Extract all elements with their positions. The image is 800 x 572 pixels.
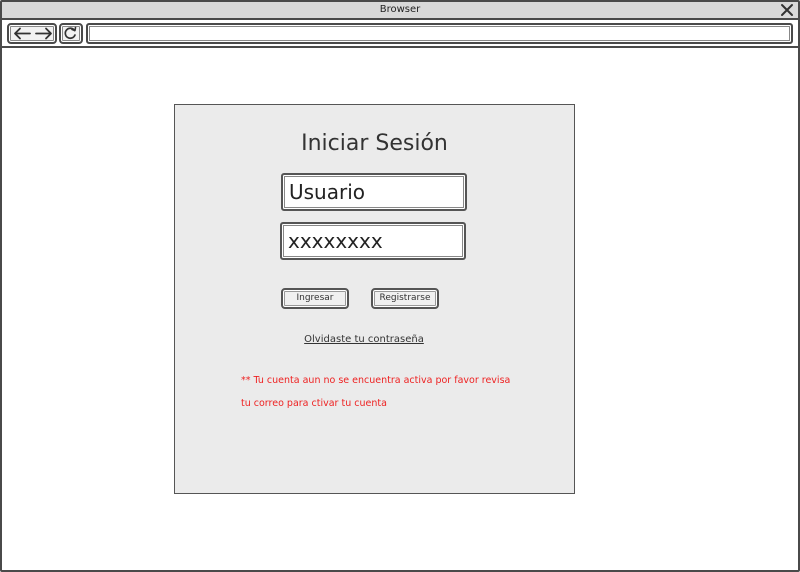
reload-icon [64,26,77,40]
arrow-left-icon[interactable] [11,25,33,42]
warning-line-1: ** Tu cuenta aun no se encuentra activa … [241,375,511,386]
window-title: Browser [379,4,421,15]
page-title: Iniciar Sesión [301,131,448,156]
login-panel: Iniciar Sesión Usuario xxxxxxxx Ingresar… [174,104,575,494]
login-button[interactable]: Ingresar [281,288,349,309]
inactive-account-warning: ** Tu cuenta aun no se encuentra activa … [241,369,541,415]
warning-line-2: tu correo para ctivar tu cuenta [241,398,387,409]
password-field[interactable]: xxxxxxxx [280,222,466,260]
register-button[interactable]: Registrarse [371,288,439,309]
forgot-password-link[interactable]: Olvidaste tu contraseña [175,334,553,345]
browser-toolbar [2,20,798,48]
title-bar: Browser [2,2,798,20]
reload-button[interactable] [59,23,83,44]
browser-window: Browser Iniciar Sesión Usuario xxxxxxxx … [0,0,800,572]
username-field[interactable]: Usuario [281,173,467,211]
close-icon[interactable] [780,2,794,16]
url-input[interactable] [86,23,793,44]
back-forward-group [7,23,57,44]
arrow-right-icon[interactable] [33,25,55,42]
